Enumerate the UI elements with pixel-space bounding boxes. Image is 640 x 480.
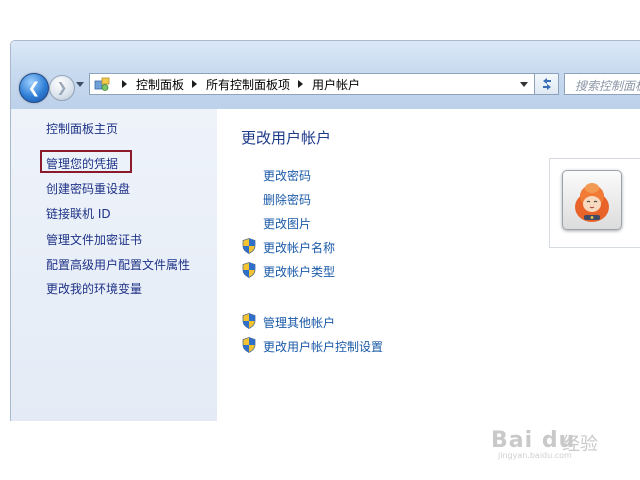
search-input[interactable]: 搜索控制面板 [564, 73, 640, 95]
control-panel-window: ❮ ❯ 控制面板 所有控制面板项 用户帐户 搜索控制面板 控制面板主页 管理您的… [10, 40, 640, 421]
breadcrumb-control-panel[interactable]: 控制面板 [136, 76, 184, 93]
forward-button[interactable]: ❯ [49, 75, 75, 101]
control-panel-icon [94, 77, 110, 91]
uac-shield-icon [242, 313, 256, 329]
sidebar-control-panel-home[interactable]: 控制面板主页 [46, 120, 118, 137]
search-placeholder: 搜索控制面板 [575, 79, 640, 93]
refresh-icon [542, 78, 551, 90]
address-history-dropdown[interactable] [520, 82, 528, 87]
page-title: 更改用户帐户 [241, 129, 332, 147]
uac-shield-icon [242, 337, 256, 353]
sidebar-item-create-reset-disk[interactable]: 创建密码重设盘 [46, 180, 130, 197]
breadcrumb-user-accounts[interactable]: 用户帐户 [312, 76, 360, 93]
recent-pages-dropdown[interactable] [76, 82, 84, 87]
watermark: Bai du 经验 jingyan.baidu.com [478, 420, 638, 460]
back-arrow-icon: ❮ [27, 79, 41, 97]
breadcrumb: 控制面板 所有控制面板项 用户帐户 [114, 74, 360, 94]
user-avatar[interactable] [562, 170, 622, 230]
forward-arrow-icon: ❯ [56, 80, 68, 96]
task-remove-password[interactable]: 删除密码 [263, 191, 311, 208]
user-avatar-picture [575, 183, 609, 222]
refresh-button[interactable] [535, 73, 559, 95]
task-manage-other-accounts[interactable]: 管理其他帐户 [263, 314, 335, 331]
address-bar[interactable]: 控制面板 所有控制面板项 用户帐户 [89, 73, 535, 95]
task-change-account-name[interactable]: 更改帐户名称 [263, 239, 335, 256]
sidebar-item-encryption-certs[interactable]: 管理文件加密证书 [46, 231, 142, 248]
sidebar-item-link-online-id[interactable]: 链接联机 ID [46, 205, 111, 222]
uac-shield-icon [242, 262, 256, 278]
sidebar-item-manage-credentials[interactable]: 管理您的凭据 [46, 155, 118, 172]
back-button[interactable]: ❮ [19, 73, 49, 103]
task-change-account-type[interactable]: 更改帐户类型 [263, 263, 335, 280]
breadcrumb-all-items[interactable]: 所有控制面板项 [206, 76, 290, 93]
breadcrumb-chevron-icon[interactable] [298, 80, 304, 88]
user-picture-panel [549, 158, 640, 248]
sidebar-item-environment-vars[interactable]: 更改我的环境变量 [46, 280, 142, 297]
uac-shield-icon [242, 238, 256, 254]
breadcrumb-chevron-icon[interactable] [122, 80, 127, 88]
task-change-password[interactable]: 更改密码 [263, 167, 311, 184]
navigation-bar: ❮ ❯ 控制面板 所有控制面板项 用户帐户 搜索控制面板 [11, 41, 640, 109]
task-change-uac-settings[interactable]: 更改用户帐户控制设置 [263, 338, 383, 355]
watermark-url: jingyan.baidu.com [498, 451, 572, 460]
sidebar-item-advanced-profile[interactable]: 配置高级用户配置文件属性 [46, 256, 190, 273]
task-change-picture[interactable]: 更改图片 [263, 215, 311, 232]
breadcrumb-chevron-icon[interactable] [192, 80, 198, 88]
